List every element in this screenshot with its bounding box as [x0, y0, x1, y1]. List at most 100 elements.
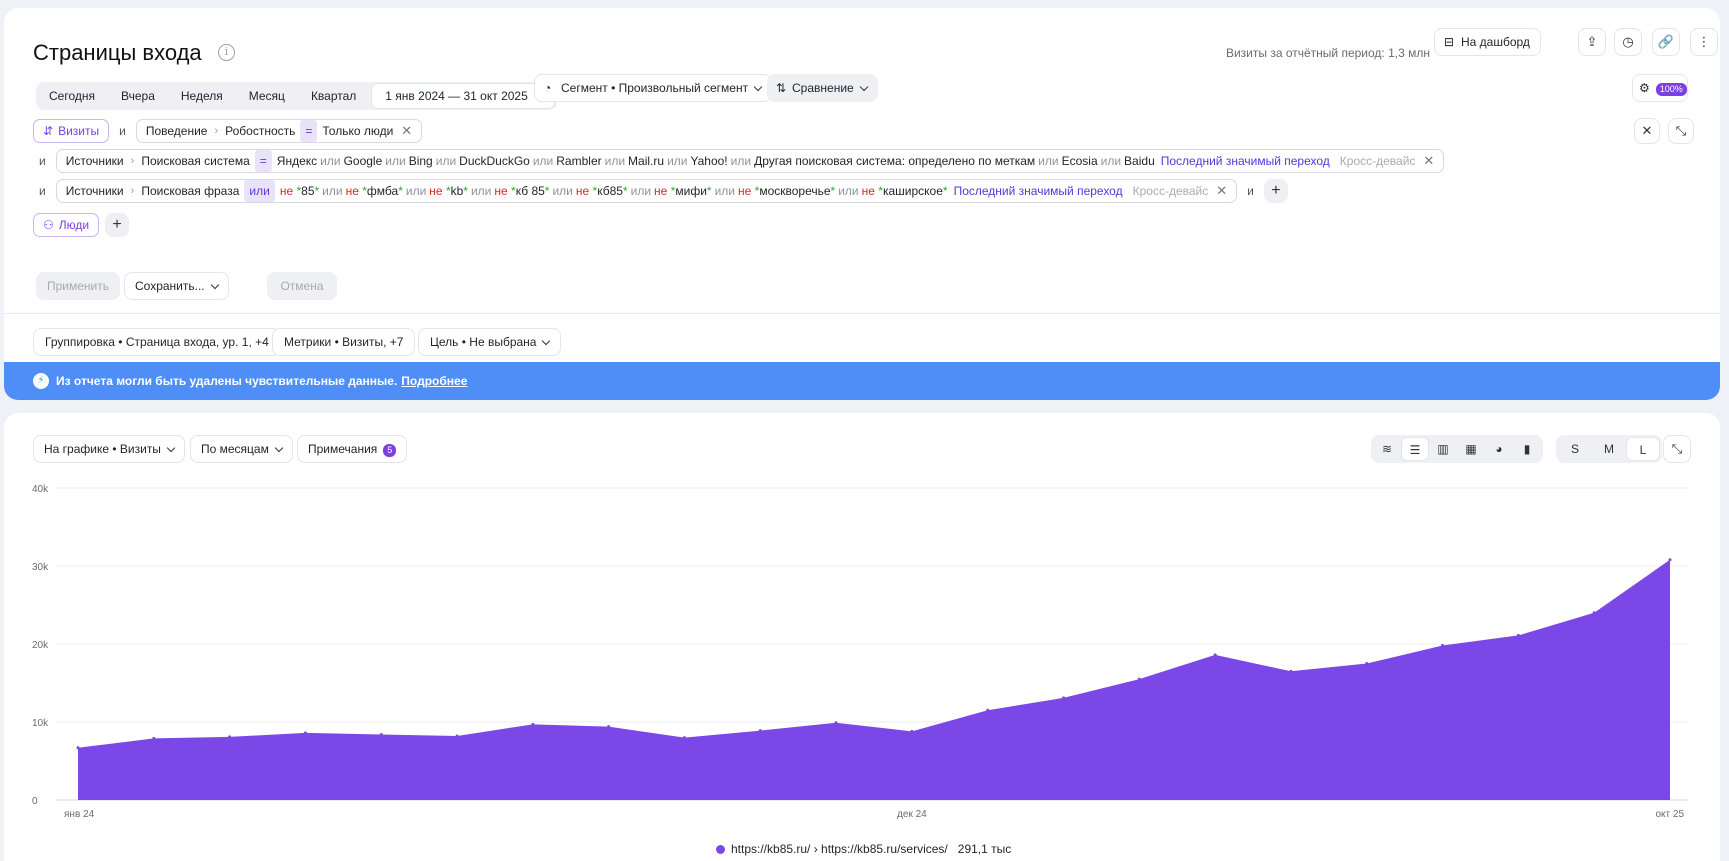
date-presets: Сегодня Вчера Неделя Месяц Квартал 1 янв…	[36, 82, 557, 110]
more-info-link[interactable]: Подробнее	[401, 374, 467, 388]
collapse-chart-icon[interactable]: ⤡	[1663, 435, 1691, 463]
size-l-button[interactable]: L	[1626, 437, 1660, 461]
chevron-down-icon	[210, 280, 219, 290]
x-tick-label: дек 24	[897, 809, 927, 820]
y-tick-label: 10k	[32, 718, 49, 729]
info-icon[interactable]: i	[218, 44, 235, 61]
legend-series-total: 291,1 тыс	[957, 842, 1012, 856]
data-point	[76, 746, 80, 750]
chevron-down-icon	[542, 336, 551, 346]
add-filter-icon[interactable]: +	[105, 213, 130, 237]
chevron-right-icon: ›	[130, 155, 135, 167]
date-range-picker[interactable]: 1 янв 2024 — 31 окт 2025	[371, 83, 555, 109]
data-point	[1592, 611, 1596, 615]
data-point	[607, 725, 611, 729]
attribution-link[interactable]: Последний значимый переход	[954, 180, 1123, 202]
preset-quarter[interactable]: Квартал	[298, 82, 369, 110]
history-icon[interactable]: ◷	[1614, 28, 1642, 56]
data-point	[834, 721, 838, 725]
behavior-filter-chip[interactable]: Поведение › Робостность = Только люди ✕	[135, 119, 423, 143]
data-point	[1137, 677, 1141, 681]
series-area	[78, 559, 1670, 800]
visits-period-summary: Визиты за отчётный период: 1,3 млн	[1225, 46, 1430, 60]
export-icon[interactable]: ⇪	[1578, 28, 1606, 56]
data-point	[303, 731, 307, 735]
preset-today[interactable]: Сегодня	[36, 82, 108, 110]
notes-count-badge: 5	[383, 444, 397, 457]
cross-device-label: Кросс-девайс	[1132, 184, 1209, 198]
table-chart-icon[interactable]: ▦	[1457, 437, 1485, 461]
legend-series-name: https://kb85.ru/ › https://kb85.ru/servi…	[731, 842, 948, 856]
area-chart-icon[interactable]: ☰	[1401, 437, 1429, 461]
chart-legend: https://kb85.ru/ › https://kb85.ru/servi…	[716, 842, 1011, 856]
chevron-down-icon	[166, 443, 176, 453]
visits-area-chart: 0 10k 20k 30k 40k янв 24 дек 24 окт 25	[32, 484, 1688, 820]
data-point	[152, 736, 156, 740]
report-settings-card: Страницы входа i Визиты за отчётный пери…	[4, 8, 1720, 398]
compare-icon: ⇅	[776, 81, 787, 95]
close-icon[interactable]: ✕	[401, 120, 412, 142]
preset-week[interactable]: Неделя	[168, 82, 236, 110]
filter-row-behavior: ⇵ Визиты и Поведение › Робостность = Тольк…	[33, 119, 423, 143]
privacy-banner: ⚡ Из отчета могли быть удалены чувствите…	[4, 362, 1720, 400]
data-point	[228, 735, 232, 739]
data-point	[1365, 662, 1369, 665]
add-filter-icon[interactable]: +	[1263, 179, 1288, 203]
close-icon[interactable]: ✕	[1216, 180, 1227, 202]
size-s-button[interactable]: S	[1558, 437, 1592, 461]
add-to-dashboard-button[interactable]: ⊟ На дашборд	[1434, 28, 1541, 56]
segment-select[interactable]: ◔ Сегмент • Произвольный сегмент	[534, 74, 773, 102]
preset-month[interactable]: Месяц	[236, 82, 298, 110]
data-point	[531, 722, 535, 726]
data-point	[379, 732, 383, 736]
save-button[interactable]: Сохранить...	[124, 272, 229, 300]
chart-type-switcher: ≋ ☰ ▥ ▦ ◕ ▮	[1371, 435, 1543, 463]
data-point	[455, 734, 459, 738]
more-menu-icon[interactable]: ⋮	[1690, 28, 1718, 56]
cancel-button[interactable]: Отмена	[267, 272, 337, 300]
people-filter-chip[interactable]: ⚇ Люди	[33, 213, 100, 237]
size-m-button[interactable]: M	[1592, 437, 1626, 461]
collapse-icon[interactable]: ⤡	[1668, 118, 1694, 144]
search-system-filter-chip[interactable]: Источники › Поисковая система = Яндекс или…	[55, 149, 1445, 173]
goal-select[interactable]: Цель • Не выбрана	[418, 328, 562, 356]
compare-select[interactable]: ⇅ Сравнение	[767, 74, 878, 102]
filter-row-search-system: и Источники › Поисковая система = Яндекс и…	[33, 149, 1445, 173]
chart-metric-select[interactable]: На графике • Визиты	[33, 435, 185, 463]
data-point	[758, 729, 762, 733]
data-point	[682, 736, 686, 740]
page-title: Страницы входа	[33, 40, 202, 65]
grouping-button[interactable]: Группировка • Страница входа, ур. 1, +4	[33, 328, 281, 356]
stacked-bar-icon[interactable]: ▥	[1429, 437, 1457, 461]
attribution-link[interactable]: Последний значимый переход	[1161, 150, 1330, 172]
preset-yesterday[interactable]: Вчера	[108, 82, 168, 110]
data-point	[1062, 696, 1066, 700]
data-point	[1441, 644, 1445, 648]
filter-row-search-phrase: и Источники › Поисковая фраза или не * 85 *…	[33, 179, 1288, 203]
visits-filter-chip[interactable]: ⇵ Визиты	[33, 119, 110, 143]
chevron-down-icon	[274, 443, 284, 453]
pie-chart-icon[interactable]: ◕	[1485, 437, 1513, 461]
bar-chart-icon[interactable]: ▮	[1513, 437, 1541, 461]
notes-button[interactable]: Примечания 5	[297, 435, 408, 463]
data-point	[1289, 669, 1293, 673]
y-tick-label: 20k	[32, 640, 49, 651]
data-point	[1213, 653, 1217, 657]
y-tick-label: 30k	[32, 562, 49, 573]
line-chart-icon[interactable]: ≋	[1373, 437, 1401, 461]
link-icon[interactable]: 🔗	[1652, 28, 1680, 56]
apply-button[interactable]: Применить	[36, 272, 120, 300]
sampling-badge: 100%	[1655, 83, 1687, 96]
metrics-button[interactable]: Метрики • Визиты, +7	[272, 328, 416, 356]
legend-color-dot	[716, 844, 725, 854]
sampling-button[interactable]: ⚙ 100%	[1632, 74, 1688, 102]
clear-filters-icon[interactable]: ✕	[1634, 118, 1660, 144]
filter-row-people: ⚇ Люди +	[33, 213, 130, 237]
data-point	[910, 729, 914, 733]
close-icon[interactable]: ✕	[1423, 150, 1434, 172]
chevron-right-icon: ›	[214, 125, 219, 137]
search-phrase-filter-chip[interactable]: Источники › Поисковая фраза или не * 85 * ил…	[55, 179, 1238, 203]
lightning-icon: ⚡	[33, 373, 49, 389]
chevron-down-icon	[859, 82, 868, 92]
period-select[interactable]: По месяцам	[190, 435, 293, 463]
